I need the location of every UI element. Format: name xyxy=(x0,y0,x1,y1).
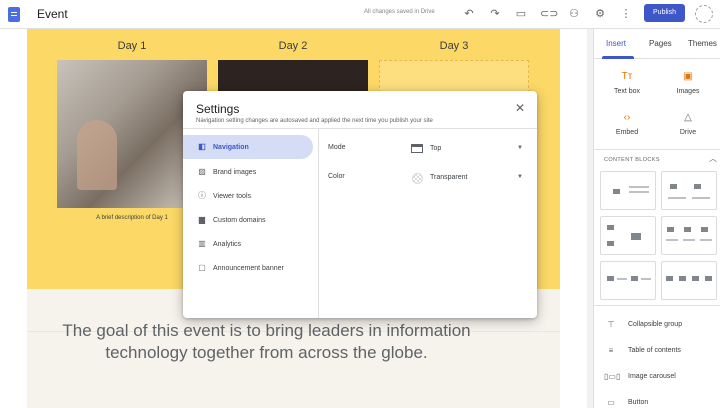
divider xyxy=(183,128,537,129)
settings-nav-custom-domains[interactable]: ▆ Custom domains xyxy=(183,208,313,232)
undo-icon[interactable]: ↶ xyxy=(462,7,476,21)
save-status: All changes saved in Drive xyxy=(364,9,435,15)
settings-nav-viewer-tools[interactable]: ⓘ Viewer tools xyxy=(183,184,313,208)
drive-icon: △ xyxy=(684,112,692,123)
active-tab-indicator xyxy=(602,56,634,59)
insert-item-label: Text box xyxy=(613,88,641,95)
dialog-subtitle: Navigation setting changes are autosaved… xyxy=(196,118,433,124)
settings-nav-label: Custom domains xyxy=(213,216,266,224)
settings-nav-label: Analytics xyxy=(213,240,242,248)
insert-image-carousel[interactable]: ▯▭▯ Image carousel xyxy=(604,372,676,381)
avatar[interactable] xyxy=(695,5,713,23)
table-of-contents-icon: ≡ xyxy=(608,346,614,355)
content-block-1[interactable] xyxy=(600,171,656,210)
color-value: Transparent xyxy=(430,173,468,181)
info-icon: ⓘ xyxy=(198,191,206,200)
insert-embed[interactable]: ‹› Embed xyxy=(597,112,657,136)
tab-themes[interactable]: Themes xyxy=(688,39,717,48)
settings-nav-analytics[interactable]: ▥ Analytics xyxy=(183,232,313,256)
settings-nav-navigation[interactable]: ◧ Navigation xyxy=(183,135,313,159)
insert-text-box[interactable]: Tт Text box xyxy=(597,71,657,95)
announcement-icon: ▢ xyxy=(198,263,206,272)
gear-icon[interactable]: ⚙ xyxy=(593,7,607,21)
content-block-5[interactable] xyxy=(600,261,656,300)
insert-item-label: Drive xyxy=(679,129,697,136)
mode-value: Top xyxy=(430,144,442,152)
folder-icon: ▆ xyxy=(198,215,206,224)
insert-button[interactable]: ▭ Button xyxy=(604,398,648,407)
dropdown-arrow-icon: ▼ xyxy=(517,174,523,180)
settings-dialog: Settings Navigation setting changes are … xyxy=(183,91,537,318)
image-icon: ▣ xyxy=(683,71,693,82)
top-bar: Event All changes saved in Drive ↶ ↷ ▭ ⊂… xyxy=(0,0,720,29)
settings-nav-brand-images[interactable]: ▨ Brand images xyxy=(183,160,313,184)
divider xyxy=(318,129,319,318)
transparent-icon xyxy=(411,172,423,184)
link-icon[interactable]: ⊂⊃ xyxy=(540,7,558,21)
content-block-6[interactable] xyxy=(661,261,717,300)
close-icon[interactable]: ✕ xyxy=(515,102,525,114)
settings-nav-label: Navigation xyxy=(213,143,249,151)
insert-table-of-contents[interactable]: ≡ Table of contents xyxy=(604,346,681,355)
day-3-heading[interactable]: Day 3 xyxy=(379,40,529,52)
preview-icon[interactable]: ▭ xyxy=(514,7,528,21)
content-block-2[interactable] xyxy=(661,171,717,210)
insert-collapsible-group[interactable]: ⊤ Collapsible group xyxy=(604,320,683,329)
collapsible-group-icon: ⊤ xyxy=(607,320,615,329)
side-panel: Insert Pages Themes Tт Text box ▣ Images… xyxy=(593,29,720,408)
color-select[interactable]: Transparent ▼ xyxy=(411,170,523,184)
navigation-icon: ◧ xyxy=(198,142,206,151)
day-2-heading[interactable]: Day 2 xyxy=(218,40,368,52)
image-carousel-icon: ▯▭▯ xyxy=(604,372,621,381)
text-box-icon: Tт xyxy=(621,71,633,82)
insert-images[interactable]: ▣ Images xyxy=(658,71,718,95)
settings-nav-label: Viewer tools xyxy=(213,192,252,200)
content-block-4[interactable] xyxy=(661,216,717,255)
share-icon[interactable]: ⚇ xyxy=(567,7,581,21)
insert-drive[interactable]: △ Drive xyxy=(658,112,718,136)
goal-text[interactable]: The goal of this event is to bring leade… xyxy=(30,320,503,364)
mode-label: Mode xyxy=(328,144,346,151)
tab-insert[interactable]: Insert xyxy=(606,39,626,48)
dropdown-arrow-icon: ▼ xyxy=(517,145,523,151)
mode-select[interactable]: Top ▼ xyxy=(411,141,523,155)
side-item-label: Table of contents xyxy=(628,347,681,354)
dialog-title: Settings xyxy=(196,102,240,116)
content-block-3[interactable] xyxy=(600,216,656,255)
insert-item-label: Embed xyxy=(615,129,639,136)
chevron-up-icon[interactable]: ︿ xyxy=(709,153,717,164)
divider xyxy=(594,305,720,306)
settings-nav-label: Announcement banner xyxy=(213,264,284,272)
side-item-label: Collapsible group xyxy=(628,321,683,328)
brand-images-icon: ▨ xyxy=(198,167,206,176)
settings-nav-label: Brand images xyxy=(213,168,257,176)
publish-button[interactable]: Publish xyxy=(644,4,685,22)
divider xyxy=(594,149,720,150)
insert-item-label: Images xyxy=(676,88,700,95)
tab-pages[interactable]: Pages xyxy=(649,39,672,48)
side-item-label: Button xyxy=(628,399,649,406)
site-title[interactable]: Event xyxy=(37,7,68,21)
side-tabs: Insert Pages Themes xyxy=(594,29,720,59)
sites-logo-icon[interactable] xyxy=(8,6,20,22)
side-item-label: Image carousel xyxy=(628,373,676,380)
color-label: Color xyxy=(328,173,345,180)
top-nav-icon xyxy=(411,143,423,153)
redo-icon[interactable]: ↷ xyxy=(488,7,502,21)
settings-nav-announcement-banner[interactable]: ▢ Announcement banner xyxy=(183,256,313,280)
day-1-heading[interactable]: Day 1 xyxy=(57,40,207,52)
button-icon: ▭ xyxy=(607,398,615,407)
content-blocks-header[interactable]: CONTENT BLOCKS xyxy=(604,157,660,163)
more-vert-icon[interactable]: ⋮ xyxy=(619,7,633,21)
embed-icon: ‹› xyxy=(623,112,631,123)
analytics-icon: ▥ xyxy=(198,239,206,248)
